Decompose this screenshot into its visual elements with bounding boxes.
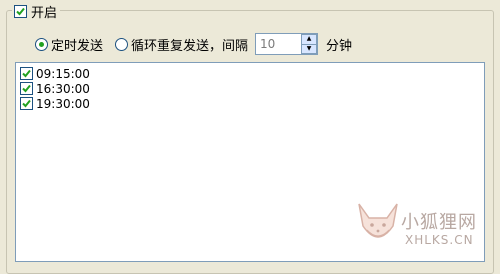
stepper-down-button[interactable]: ▼ — [301, 44, 318, 54]
interval-stepper-buttons: ▲ ▼ — [301, 34, 318, 54]
enable-checkbox[interactable] — [14, 4, 27, 18]
interval-stepper[interactable]: ▲ ▼ — [255, 33, 319, 55]
radio-repeat-indicator[interactable] — [115, 37, 129, 51]
check-icon — [16, 7, 25, 15]
interval-input[interactable] — [256, 34, 302, 54]
time-checkbox[interactable] — [20, 82, 33, 95]
enable-toggle[interactable]: 开启 — [12, 0, 61, 22]
list-item[interactable]: 19:30:00 — [16, 96, 484, 111]
list-item[interactable]: 16:30:00 — [16, 81, 484, 96]
time-checkbox[interactable] — [20, 67, 33, 80]
interval-unit-label: 分钟 — [326, 38, 353, 54]
triangle-up-icon: ▲ — [306, 35, 312, 43]
enable-label: 开启 — [31, 5, 58, 21]
time-label: 16:30:00 — [36, 81, 90, 96]
radio-timed-label: 定时发送 — [51, 38, 104, 54]
time-label: 19:30:00 — [36, 96, 90, 111]
check-icon — [22, 84, 31, 93]
time-label: 09:15:00 — [36, 66, 90, 81]
radio-repeat-label: 循环重复发送，间隔 — [131, 38, 249, 54]
schedule-options: 定时发送 循环重复发送，间隔 ▲ ▼ 分钟 — [35, 32, 352, 56]
radio-selected-dot — [39, 41, 44, 47]
triangle-down-icon: ▼ — [306, 44, 312, 52]
radio-timed-indicator[interactable] — [35, 37, 48, 51]
time-list[interactable]: 09:15:00 16:30:00 19:30:00 — [15, 62, 485, 262]
radio-repeat-send[interactable]: 循环重复发送，间隔 — [115, 35, 248, 54]
radio-timed-send[interactable]: 定时发送 — [35, 35, 103, 54]
list-item[interactable]: 09:15:00 — [16, 66, 484, 81]
stepper-up-button[interactable]: ▲ — [301, 34, 318, 45]
time-checkbox[interactable] — [20, 97, 33, 110]
check-icon — [22, 69, 31, 78]
check-icon — [22, 99, 31, 108]
